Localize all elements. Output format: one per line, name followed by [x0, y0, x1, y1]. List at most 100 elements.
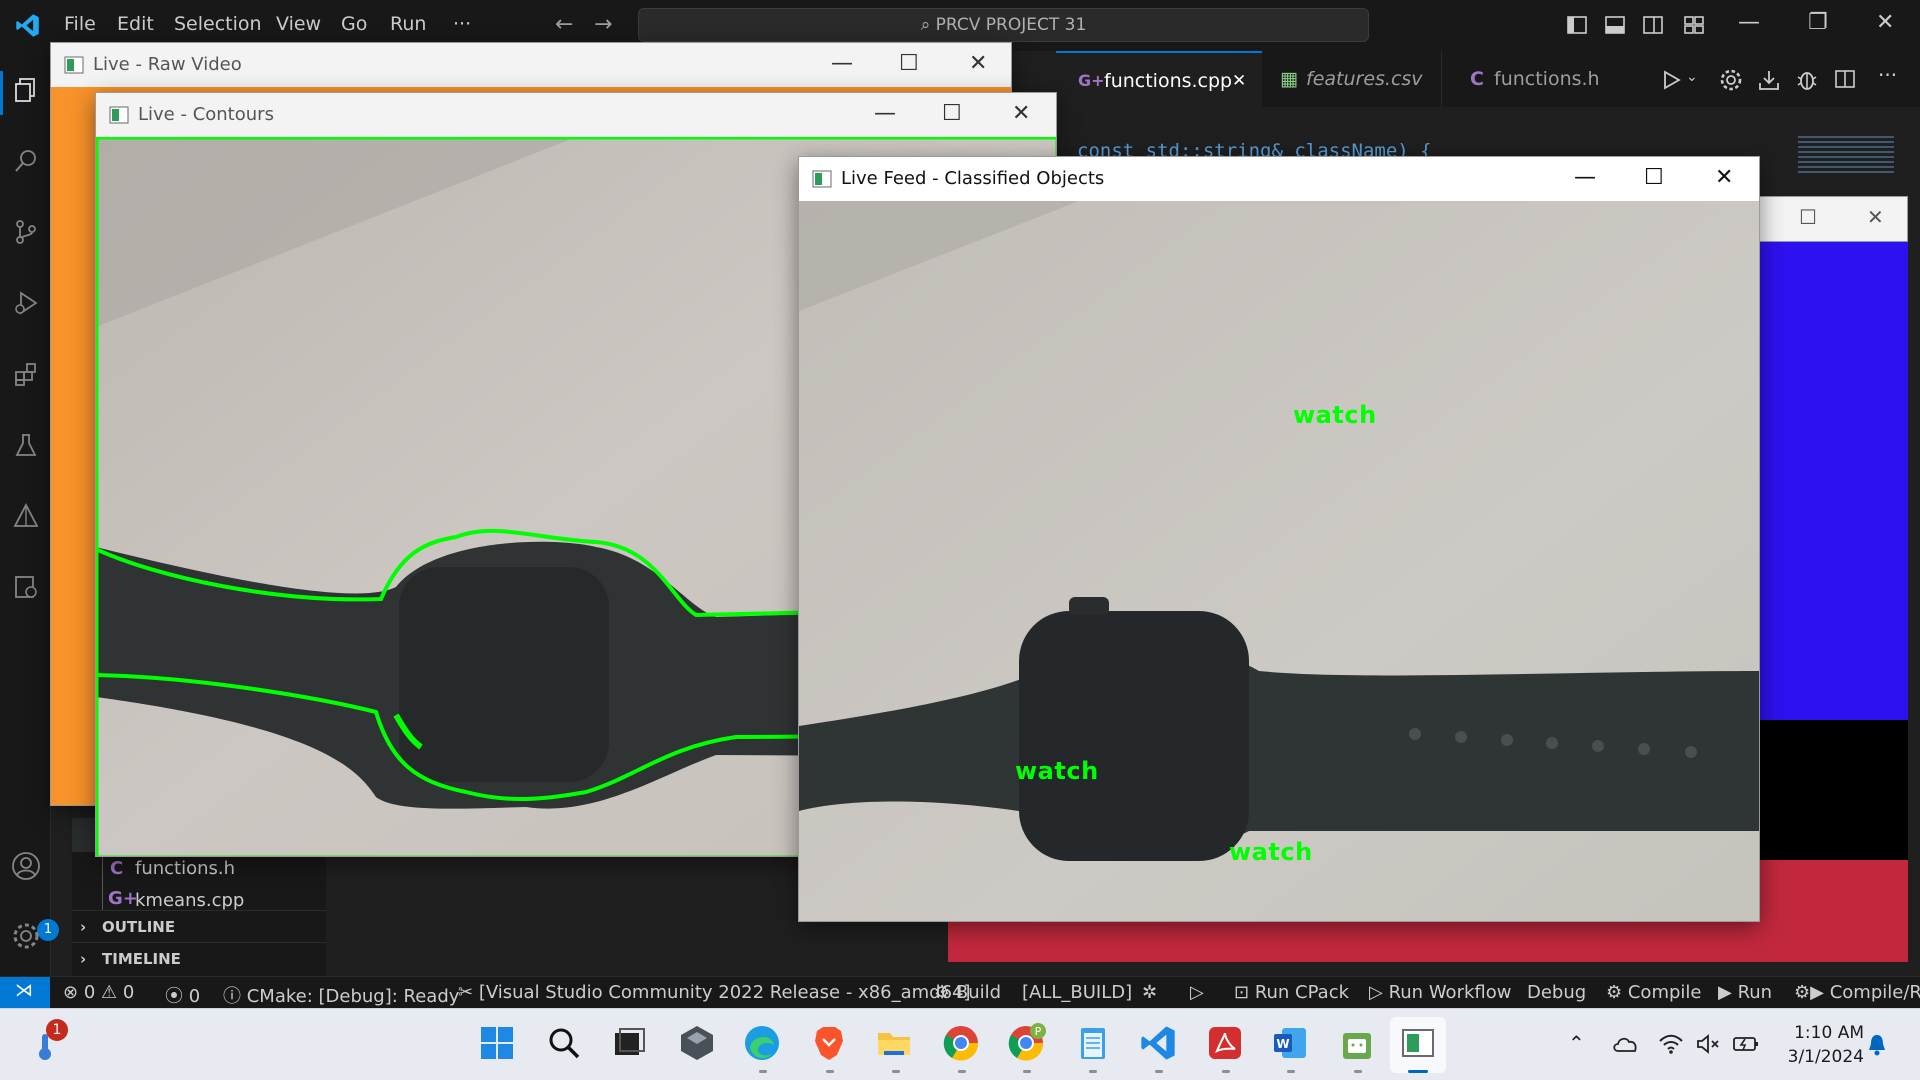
window-titlebar[interactable]: Live - Contours — ☐ ✕ — [96, 93, 1056, 137]
compile-button[interactable]: ⚙ Compile — [1606, 982, 1701, 1003]
menu-more[interactable]: ··· — [453, 13, 471, 35]
opencv-window-icon[interactable] — [1398, 1023, 1438, 1063]
sidebar-file-kmeans-cpp[interactable]: kmeans.cpp — [135, 890, 244, 910]
debug-button[interactable]: Debug — [1527, 982, 1586, 1003]
gear-icon[interactable] — [1719, 68, 1743, 92]
minimize-icon[interactable]: — — [1574, 165, 1596, 190]
maximize-icon[interactable]: ☐ — [942, 101, 962, 126]
back-arrow-icon[interactable]: ← — [555, 12, 573, 37]
cmake-kit[interactable]: ✂ [Visual Studio Community 2022 Release … — [458, 982, 971, 1003]
toggle-primary-sidebar-icon[interactable] — [1566, 14, 1588, 36]
explorer-icon[interactable] — [13, 77, 39, 103]
window-classified-objects[interactable]: Live Feed - Classified Objects — ☐ ✕ wat… — [798, 156, 1760, 922]
close-icon[interactable]: ✕ — [1876, 10, 1894, 35]
minimize-icon[interactable]: — — [831, 51, 853, 76]
run-workflow-label: Run Workflow — [1388, 982, 1512, 1003]
notification-bell-icon[interactable] — [1866, 1033, 1888, 1057]
tab-functions-h[interactable]: C functions.h — [1442, 51, 1622, 107]
restore-icon[interactable]: ❐ — [1808, 10, 1828, 35]
build-button[interactable]: ⚙ Build — [934, 982, 1001, 1003]
chrome-icon[interactable] — [941, 1023, 981, 1063]
menu-run[interactable]: Run — [390, 13, 426, 35]
start-icon[interactable] — [477, 1023, 517, 1063]
search-icon[interactable] — [13, 148, 39, 174]
edge-icon[interactable] — [742, 1023, 782, 1063]
download-tray-icon[interactable] — [1757, 68, 1781, 92]
menu-file[interactable]: File — [64, 13, 96, 35]
chevron-up-icon[interactable]: ⌃ — [1568, 1031, 1585, 1055]
opencv-window-icon — [812, 170, 832, 188]
maximize-icon[interactable]: ☐ — [1644, 165, 1664, 190]
run-debug-icon[interactable] — [13, 290, 39, 316]
compile-run-button[interactable]: ⚙▶ Compile/Ru — [1794, 982, 1920, 1003]
more-actions-icon[interactable]: ··· — [1878, 63, 1897, 87]
tab-close-icon[interactable]: ✕ — [1232, 53, 1246, 109]
remote-indicator[interactable]: ⋊ — [0, 977, 50, 1009]
command-center-search[interactable]: ⌕ PRCV PROJECT 31 — [638, 8, 1369, 42]
file-explorer-icon[interactable] — [874, 1023, 914, 1063]
outline-section-header[interactable]: OUTLINE — [102, 918, 175, 936]
sidebar-file-functions-h[interactable]: functions.h — [135, 858, 235, 879]
opencv-window-icon — [109, 106, 129, 124]
onedrive-cloud-icon[interactable] — [1612, 1033, 1640, 1055]
close-icon[interactable]: ✕ — [1867, 205, 1884, 229]
menu-edit[interactable]: Edit — [117, 13, 154, 35]
tab-features-csv[interactable]: ▦ features.csv — [1262, 51, 1442, 107]
run-file-icon[interactable] — [1660, 69, 1682, 91]
menu-view[interactable]: View — [276, 13, 321, 35]
menu-selection[interactable]: Selection — [174, 13, 262, 35]
close-icon[interactable]: ✕ — [1715, 165, 1733, 190]
maximize-icon[interactable]: ☐ — [899, 51, 919, 76]
timeline-section-header[interactable]: TIMELINE — [102, 950, 181, 968]
classified-video-frame — [799, 201, 1759, 921]
settings-gear-icon[interactable] — [11, 921, 41, 951]
run-dropdown-chevron-icon[interactable]: ⌄ — [1686, 69, 1698, 85]
toggle-panel-icon[interactable] — [1604, 14, 1626, 36]
forward-arrow-icon[interactable]: → — [594, 12, 612, 37]
menu-go[interactable]: Go — [341, 13, 367, 35]
window-titlebar[interactable]: Live - Raw Video — ☐ ✕ — [51, 43, 1011, 87]
system-clock[interactable]: 1:10 AM 3/1/2024 — [1788, 1021, 1864, 1069]
brave-icon[interactable] — [809, 1023, 849, 1063]
vscode-icon[interactable] — [1138, 1023, 1178, 1063]
minimize-icon[interactable]: — — [1738, 10, 1760, 35]
ports-status[interactable]: ⦿ 0 — [165, 982, 200, 1008]
wifi-icon[interactable] — [1658, 1033, 1684, 1055]
close-icon[interactable]: ✕ — [969, 51, 987, 76]
unity-icon[interactable] — [677, 1023, 717, 1063]
run-button[interactable]: ▶ Run — [1718, 982, 1772, 1003]
minimap[interactable] — [1798, 136, 1894, 176]
android-icon[interactable] — [1337, 1023, 1377, 1063]
extensions-icon[interactable] — [13, 361, 39, 387]
task-view-icon[interactable] — [609, 1023, 649, 1063]
run-cpack-button[interactable]: ⊡ Run CPack — [1234, 982, 1349, 1003]
customize-layout-icon[interactable] — [1683, 14, 1705, 36]
chrome-profile-icon[interactable]: P — [1006, 1023, 1046, 1063]
run-label: Run — [1737, 982, 1773, 1003]
close-icon[interactable]: ✕ — [1012, 101, 1030, 126]
debug-bug-icon[interactable]: ✲ — [1142, 982, 1157, 1003]
minimize-icon[interactable]: — — [874, 101, 896, 126]
cmake-icon[interactable] — [13, 503, 39, 529]
accounts-icon[interactable] — [11, 851, 41, 881]
battery-charging-icon[interactable] — [1732, 1034, 1760, 1054]
run-workflow-button[interactable]: ▷ Run Workflow — [1369, 982, 1511, 1003]
speaker-muted-icon[interactable] — [1695, 1033, 1721, 1055]
window-titlebar[interactable]: Live Feed - Classified Objects — ☐ ✕ — [799, 157, 1759, 201]
notepad-icon[interactable] — [1073, 1023, 1113, 1063]
cmake-status[interactable]: ⓘ CMake: [Debug]: Ready — [223, 982, 459, 1008]
tab-functions-cpp[interactable]: G+ functions.cpp ✕ — [1056, 51, 1262, 107]
split-editor-icon[interactable] — [1834, 68, 1856, 90]
errors-status[interactable]: ⊗ 0 ⚠ 0 — [63, 982, 134, 1003]
run-play-icon[interactable]: ▷ — [1190, 982, 1204, 1003]
search-icon[interactable] — [544, 1023, 584, 1063]
toggle-secondary-sidebar-icon[interactable] — [1642, 14, 1664, 36]
word-icon[interactable]: W — [1270, 1023, 1310, 1063]
remote-explorer-icon[interactable] — [13, 574, 39, 600]
source-control-icon[interactable] — [13, 219, 39, 245]
debug-bug-icon[interactable] — [1795, 68, 1819, 92]
testing-flask-icon[interactable] — [13, 432, 39, 458]
build-target[interactable]: [ALL_BUILD] — [1022, 982, 1132, 1003]
acrobat-icon[interactable] — [1205, 1023, 1245, 1063]
maximize-icon[interactable]: ☐ — [1799, 205, 1817, 229]
